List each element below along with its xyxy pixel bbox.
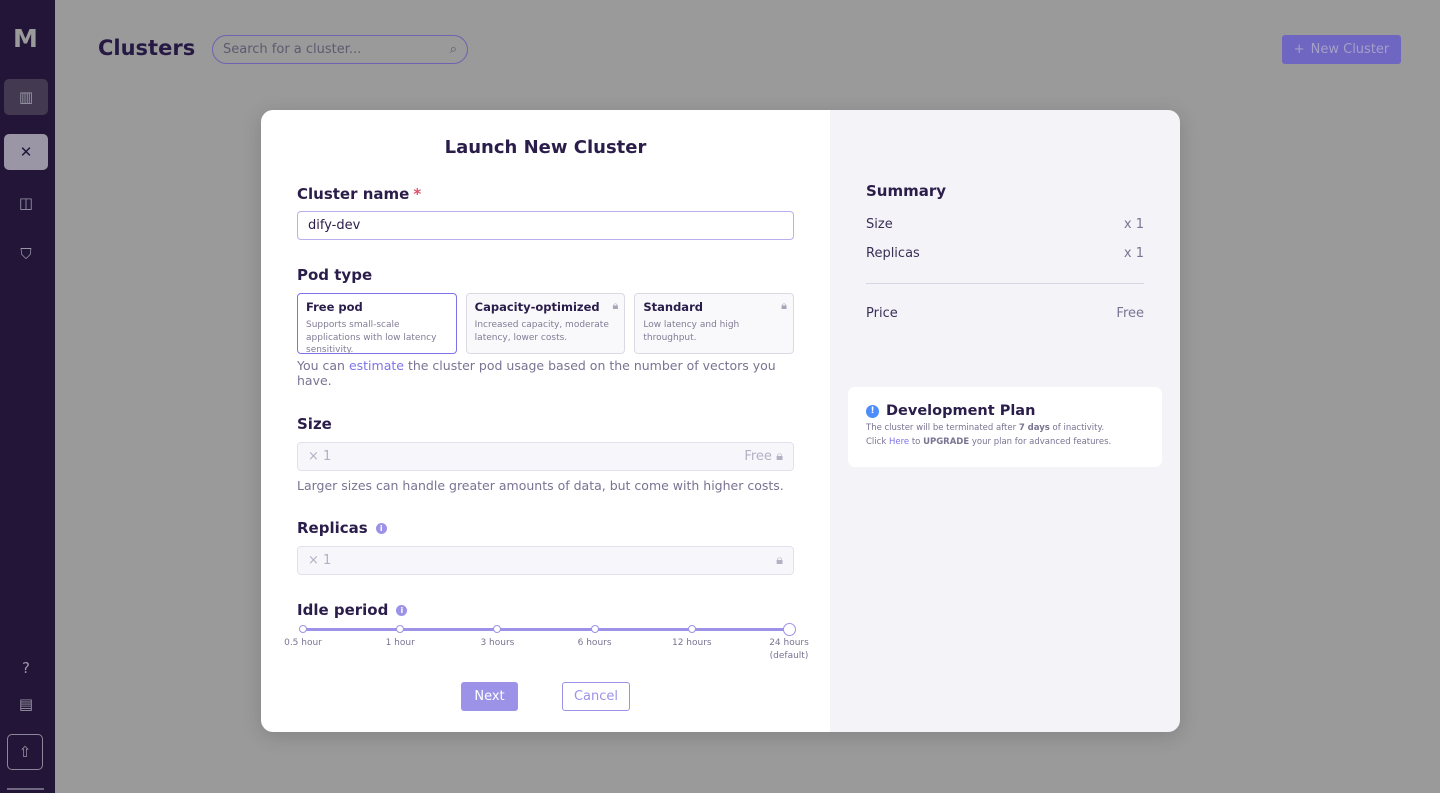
pod-desc: Supports small-scale applications with l… bbox=[306, 320, 437, 356]
pod-name: Free pod bbox=[306, 300, 363, 314]
pod-desc: Increased capacity, moderate latency, lo… bbox=[474, 320, 609, 343]
building-icon[interactable]: ▥ bbox=[4, 79, 48, 115]
logo: M bbox=[13, 24, 38, 53]
pod-name: Capacity-optimized bbox=[474, 300, 600, 314]
development-plan-card: ! Development Plan The cluster will be te… bbox=[848, 387, 1162, 467]
pod-option[interactable]: Free pod Supports small-scale application… bbox=[297, 293, 457, 356]
lock-icon: 🔒︎ bbox=[781, 299, 788, 312]
idle-period-slider[interactable] bbox=[299, 623, 796, 636]
pod-type-label: Pod type bbox=[297, 266, 373, 284]
search-placeholder: Search for a cluster... bbox=[223, 42, 362, 57]
new-cluster-button[interactable]: + New Cluster bbox=[1282, 35, 1401, 64]
slider-stop[interactable] bbox=[590, 625, 599, 633]
pod-desc: Low latency and high throughput. bbox=[643, 320, 740, 343]
summary-size: Size x 1 bbox=[866, 217, 1144, 232]
cancel-button[interactable]: Cancel bbox=[562, 682, 630, 711]
next-button[interactable]: Next bbox=[461, 682, 518, 711]
search-input[interactable]: Search for a cluster... ⌕ bbox=[212, 35, 468, 64]
size-label: Size bbox=[297, 415, 332, 433]
replicas-label: Replicas i bbox=[297, 519, 794, 537]
lock-icon: 🔒︎ bbox=[776, 553, 783, 568]
slider-tick-label: 1 hour bbox=[385, 638, 415, 648]
pod-option[interactable]: Standard Low latency and high throughput.… bbox=[634, 293, 795, 354]
summary-panel: Summary Size x 1 Replicas x 1 Price Free ! D… bbox=[830, 110, 1180, 732]
modal-title: Launch New Cluster bbox=[444, 137, 647, 158]
pod-name: Standard bbox=[643, 300, 703, 314]
divider bbox=[7, 788, 44, 790]
document-icon[interactable]: ▤ bbox=[4, 686, 48, 722]
upgrade-here-link[interactable]: Here bbox=[889, 437, 909, 447]
slider-stop[interactable] bbox=[783, 623, 796, 636]
idle-period-label: Idle period i bbox=[297, 601, 794, 619]
alert-icon: ! bbox=[866, 404, 879, 418]
cluster-network-icon[interactable]: ✕ bbox=[4, 134, 48, 170]
sidebar: M ▥ ✕ ◫ ⛉ ? ▤ ⇧ bbox=[0, 0, 55, 793]
pod-hint: You can estimate the cluster pod usage b… bbox=[297, 358, 776, 388]
cluster-name-label: Cluster name * bbox=[297, 185, 422, 203]
divider bbox=[866, 283, 1144, 284]
summary-replicas: Replicas x 1 bbox=[866, 246, 1144, 261]
help-icon[interactable]: ? bbox=[4, 650, 48, 686]
pod-option[interactable]: Capacity-optimized Increased capacity, mo… bbox=[465, 293, 626, 354]
slider-tick-label: 12 hours bbox=[671, 638, 712, 648]
lock-icon: 🔒︎ bbox=[776, 449, 783, 464]
lock-icon: 🔒︎ bbox=[612, 299, 619, 312]
estimate-link[interactable]: estimate bbox=[349, 358, 404, 373]
upgrade-icon[interactable]: ⇧ bbox=[7, 734, 43, 770]
slider-stop[interactable] bbox=[396, 625, 405, 633]
plus-icon: + bbox=[1293, 42, 1305, 57]
plan-title: Development Plan bbox=[886, 403, 1036, 419]
shield-key-icon[interactable]: ⛉ bbox=[4, 236, 48, 272]
slider-tick-label: 3 hours bbox=[480, 638, 515, 648]
summary-title: Summary bbox=[866, 182, 947, 200]
search-icon: ⌕ bbox=[449, 42, 457, 57]
slider-stop[interactable] bbox=[493, 625, 502, 633]
plan-text: The cluster will be terminated after 7 d… bbox=[866, 423, 1112, 447]
slider-stop[interactable] bbox=[687, 625, 696, 633]
summary-price: Price Free bbox=[866, 306, 1144, 321]
slider-tick-label: 0.5 hour bbox=[284, 638, 322, 648]
contact-search-icon[interactable]: ◫ bbox=[4, 185, 48, 221]
info-icon: i bbox=[396, 604, 408, 616]
size-input: × 1 Free 🔒︎ bbox=[297, 442, 794, 471]
info-icon: i bbox=[375, 522, 387, 534]
new-cluster-label: New Cluster bbox=[1310, 42, 1390, 57]
size-hint: Larger sizes can handle greater amounts … bbox=[297, 478, 784, 493]
slider-tick-label: 6 hours bbox=[577, 638, 612, 648]
cluster-name-input[interactable]: dify-dev bbox=[297, 211, 794, 240]
slider-tick-label: 24 hours (default) bbox=[769, 638, 809, 661]
slider-stop[interactable] bbox=[299, 625, 307, 633]
page-title: Clusters bbox=[98, 36, 196, 60]
launch-cluster-modal: Launch New Cluster Cluster name * dify-de… bbox=[261, 110, 1180, 732]
replicas-input: × 1 🔒︎ bbox=[297, 546, 794, 575]
